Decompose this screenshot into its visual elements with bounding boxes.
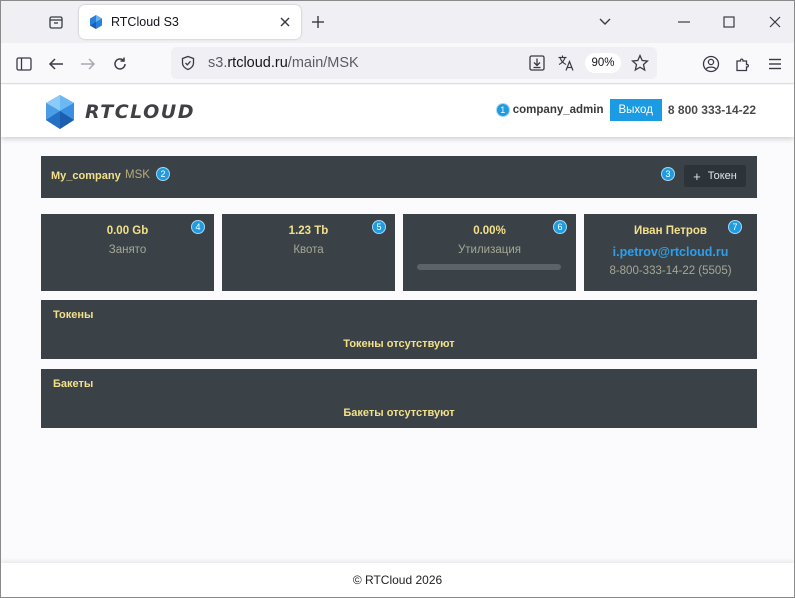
stat-utilization-value: 0.00%: [473, 225, 506, 237]
company-bar: My_company MSK 2 3 + Токен: [41, 156, 757, 198]
menu-hamburger-icon[interactable]: [762, 51, 788, 77]
tab-bar: RTCloud S3: [1, 1, 794, 43]
maximize-icon[interactable]: [716, 9, 742, 35]
site-header: RTCLOUD 1 company_admin Выход 8 800 333-…: [1, 85, 794, 137]
rtcloud-favicon-icon: [88, 14, 104, 30]
back-icon[interactable]: [43, 51, 69, 77]
tab-rtcloud-s3[interactable]: RTCloud S3: [79, 5, 301, 39]
account-icon[interactable]: [698, 51, 724, 77]
tokens-section: Токены Токены отсутствуют: [41, 300, 757, 359]
buckets-empty-message: Бакеты отсутствуют: [343, 407, 455, 419]
site-footer: © RTCloud 2026: [1, 563, 794, 597]
navigation-bar: s3.rtcloud.ru/main/MSK 90%: [1, 43, 794, 84]
rtcloud-logo-icon: [46, 95, 74, 129]
plus-icon: +: [693, 168, 701, 184]
extensions-icon[interactable]: [730, 51, 756, 77]
url-prefix: s3.: [208, 55, 228, 71]
tokens-empty-message: Токены отсутствуют: [343, 338, 455, 350]
rtcloud-logo[interactable]: RTCLOUD: [41, 93, 195, 131]
manager-email-link[interactable]: i.petrov@rtcloud.ru: [584, 245, 757, 259]
hint-badge-1: 1: [495, 103, 510, 117]
buckets-section: Бакеты Бакеты отсутствуют: [41, 369, 757, 428]
tab-title: RTCloud S3: [111, 15, 179, 29]
close-tab-icon[interactable]: [277, 14, 293, 30]
add-token-button[interactable]: + Токен: [684, 165, 746, 187]
save-page-icon[interactable]: [527, 53, 547, 73]
bookmark-star-icon[interactable]: [630, 53, 650, 73]
browser-window: RTCloud S3 s3.rtcloud.ru/main/MSK 90% RT…: [0, 0, 795, 598]
contact-card: Иван Петров i.petrov@rtcloud.ru 8-800-33…: [584, 214, 757, 291]
page-content: RTCLOUD 1 company_admin Выход 8 800 333-…: [1, 85, 794, 597]
logo-text: RTCLOUD: [85, 101, 195, 123]
minimize-icon[interactable]: [671, 9, 697, 35]
stat-card-utilization: 0.00% Утилизация 6: [403, 214, 576, 291]
logout-button[interactable]: Выход: [609, 99, 662, 121]
tokens-section-title: Токены: [53, 309, 94, 321]
hint-badge-7: 7: [728, 220, 742, 234]
url-path: /main/MSK: [287, 55, 359, 71]
zoom-level-button[interactable]: 90%: [585, 53, 621, 73]
tracking-shield-icon[interactable]: [179, 54, 197, 72]
utilization-progress-bar: [417, 264, 561, 270]
reload-icon[interactable]: [107, 51, 133, 77]
stat-quota-label: Квота: [293, 244, 324, 256]
close-window-icon[interactable]: [762, 9, 788, 35]
stat-card-quota: 1.23 Tb Квота 5: [222, 214, 395, 291]
address-bar[interactable]: s3.rtcloud.ru/main/MSK 90%: [171, 47, 657, 79]
hint-badge-2: 2: [156, 167, 170, 181]
hint-badge-5: 5: [372, 220, 386, 234]
new-tab-icon[interactable]: [307, 11, 329, 33]
stat-card-used: 0.00 Gb Занято 4: [41, 214, 214, 291]
stat-quota-value: 1.23 Tb: [288, 225, 329, 237]
stat-utilization-label: Утилизация: [457, 244, 522, 256]
company-name: My_company: [51, 170, 121, 182]
username: company_admin: [512, 104, 604, 116]
translate-icon[interactable]: [556, 53, 576, 73]
url-text[interactable]: s3.rtcloud.ru/main/MSK: [208, 55, 359, 71]
footer-copyright: © RTCloud 2026: [352, 573, 443, 587]
tab-list-icon[interactable]: [45, 11, 67, 33]
buckets-section-title: Бакеты: [53, 378, 94, 390]
support-phone: 8 800 333-14-22: [667, 103, 756, 117]
add-token-label: Токен: [707, 170, 737, 182]
hint-badge-4: 4: [191, 220, 205, 234]
forward-icon[interactable]: [75, 51, 101, 77]
url-domain: rtcloud.ru: [227, 55, 288, 71]
stat-used-value: 0.00 Gb: [106, 225, 149, 237]
hint-badge-3: 3: [661, 167, 675, 181]
hint-badge-6: 6: [553, 220, 567, 234]
tab-overflow-chevron-icon[interactable]: [592, 9, 618, 35]
manager-phone: 8-800-333-14-22 (5505): [609, 265, 732, 277]
header-user-area: 1 company_admin Выход 8 800 333-14-22: [495, 99, 756, 121]
region-label: MSK: [125, 169, 150, 181]
sidebar-toggle-icon[interactable]: [11, 51, 37, 77]
stat-used-label: Занято: [108, 244, 147, 256]
